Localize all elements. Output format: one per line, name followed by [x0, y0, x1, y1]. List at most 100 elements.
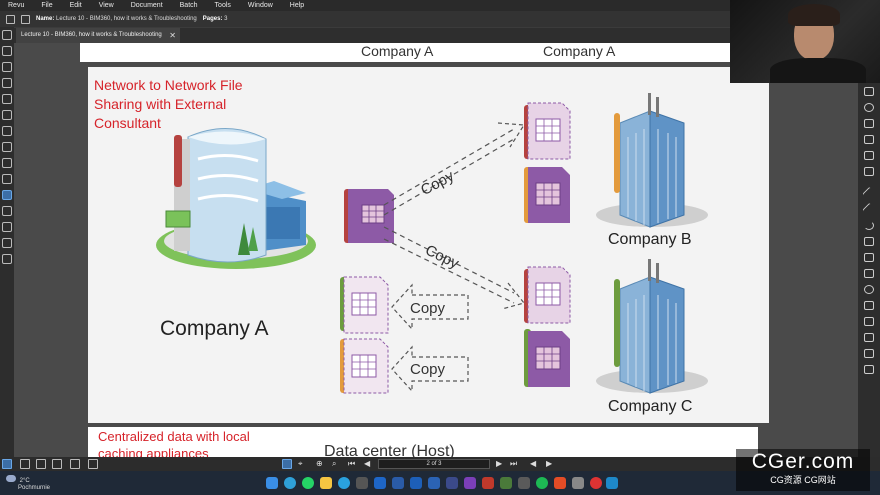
revit-icon-2[interactable] — [410, 477, 422, 489]
app-icon-3[interactable] — [446, 477, 458, 489]
menu-revu[interactable]: Revu — [0, 0, 33, 11]
signatures-icon[interactable] — [2, 190, 12, 200]
menu-document[interactable]: Document — [123, 0, 172, 11]
menu-help[interactable]: Help — [282, 0, 313, 11]
links-icon[interactable] — [2, 206, 12, 216]
app-icon-6[interactable] — [518, 477, 530, 489]
copy-label-b: Copy — [418, 167, 457, 199]
pages-value: 3 — [224, 16, 228, 22]
line-icon[interactable] — [862, 186, 876, 201]
last-page-icon[interactable]: ⏭ — [510, 457, 517, 471]
company-a-building-icon — [156, 128, 316, 269]
close-tab-icon[interactable]: ✕ — [169, 28, 176, 43]
select-icon[interactable] — [864, 87, 874, 96]
menu-file[interactable]: File — [33, 0, 61, 11]
menu-batch[interactable]: Batch — [172, 0, 207, 11]
start-icon[interactable] — [266, 477, 278, 489]
forms-icon[interactable] — [2, 254, 12, 264]
crop-icon[interactable] — [864, 167, 874, 176]
tool-chest-icon[interactable] — [2, 94, 12, 104]
company-a-title: Company A — [160, 317, 269, 340]
app-icon-7[interactable] — [554, 477, 566, 489]
whatsapp-icon[interactable] — [302, 477, 314, 489]
next-page-icon[interactable]: ▶ — [496, 457, 502, 471]
image-icon[interactable] — [864, 151, 874, 160]
pan-icon[interactable] — [864, 103, 874, 112]
zoom-tool-icon[interactable]: ⊕ — [316, 457, 323, 471]
revit-icon-3[interactable] — [428, 477, 440, 489]
ellipse-icon[interactable] — [864, 285, 874, 294]
document-icon[interactable] — [21, 14, 30, 24]
grid-view-icon[interactable] — [20, 459, 30, 469]
menu-view[interactable]: View — [91, 0, 123, 11]
measure-icon[interactable] — [864, 253, 874, 262]
compare-view-icon[interactable] — [52, 459, 62, 469]
previous-page-icon[interactable]: ◀ — [364, 457, 370, 471]
search-icon[interactable] — [2, 238, 12, 248]
bookmarks-icon[interactable] — [2, 46, 12, 56]
company-a-label-right: Company A — [543, 43, 616, 59]
cloud-icon[interactable] — [864, 317, 874, 326]
document-tab-bar: Lecture 10 - BIM360, how it works & Trou… — [14, 28, 730, 43]
spotify-icon[interactable] — [536, 477, 548, 489]
page-3-top-edge: Centralized data with local caching appl… — [88, 427, 758, 457]
source-file-icon — [344, 189, 394, 243]
revit-icon-1[interactable] — [374, 477, 386, 489]
app-icon-1[interactable] — [356, 477, 368, 489]
measurements-icon[interactable] — [2, 158, 12, 168]
revu-window: Revu File Edit View Document Batch Tools… — [0, 0, 880, 495]
document-viewport[interactable]: Company A Company A Network to Network F… — [14, 43, 858, 457]
arc-icon[interactable] — [864, 221, 874, 230]
layers-icon[interactable] — [2, 78, 12, 88]
webcam-overlay — [730, 0, 880, 83]
company-c-cached-file-icon — [524, 266, 571, 324]
sync-view-icon[interactable] — [70, 459, 80, 469]
file-explorer-icon[interactable] — [320, 477, 332, 489]
polygon-icon[interactable] — [864, 301, 874, 310]
weather-widget[interactable]: 2°C Pochmurnie — [6, 475, 50, 492]
rectangle-icon[interactable] — [864, 269, 874, 278]
forward-view-icon[interactable]: ▶ — [546, 457, 552, 471]
document-tab[interactable]: Lecture 10 - BIM360, how it works & Trou… — [16, 28, 180, 43]
spaces-icon[interactable] — [2, 174, 12, 184]
company-b-building-icon — [596, 93, 708, 228]
first-page-icon[interactable]: ⏮ — [348, 457, 355, 471]
properties-icon[interactable] — [6, 14, 15, 24]
split-view-icon[interactable] — [36, 459, 46, 469]
sets-icon[interactable] — [2, 222, 12, 232]
bluebeam-icon[interactable] — [606, 477, 618, 489]
app-icon-8[interactable] — [572, 477, 584, 489]
select-text-icon[interactable]: ⌖ — [298, 457, 303, 471]
company-c-file-icon — [524, 329, 570, 387]
zoom-in-icon[interactable]: ⌕ — [332, 457, 336, 471]
stamp-icon[interactable] — [864, 135, 874, 144]
snapshot-icon[interactable] — [864, 119, 874, 128]
menu-window[interactable]: Window — [240, 0, 282, 11]
studio-icon[interactable] — [2, 142, 12, 152]
thumbnails-icon[interactable] — [2, 30, 12, 40]
menu-edit[interactable]: Edit — [62, 0, 91, 11]
edge-icon[interactable] — [284, 477, 296, 489]
arrow-icon[interactable] — [862, 202, 876, 217]
company-b-title: Company B — [608, 231, 692, 248]
eraser-icon[interactable] — [864, 365, 874, 374]
pen-icon[interactable] — [864, 333, 874, 342]
page-3-heading: Centralized data with local caching appl… — [98, 429, 250, 457]
app-icon-2[interactable] — [392, 477, 404, 489]
menu-tools[interactable]: Tools — [207, 0, 240, 11]
onenote-icon[interactable] — [464, 477, 476, 489]
app-icon-4[interactable] — [482, 477, 494, 489]
app-icon-9[interactable] — [590, 477, 602, 489]
telegram-icon[interactable] — [338, 477, 350, 489]
list-view-icon[interactable] — [2, 459, 12, 469]
hand-tool-icon[interactable] — [282, 459, 292, 469]
back-view-icon[interactable]: ◀ — [530, 457, 536, 471]
settings-view-icon[interactable] — [88, 459, 98, 469]
highlight-icon[interactable] — [864, 349, 874, 358]
polyline-icon[interactable] — [864, 237, 874, 246]
app-icon-5[interactable] — [500, 477, 512, 489]
markups-icon[interactable] — [2, 126, 12, 136]
page-number-field[interactable]: 2 of 3 — [378, 459, 490, 469]
properties-panel-icon[interactable] — [2, 110, 12, 120]
file-access-icon[interactable] — [2, 62, 12, 72]
